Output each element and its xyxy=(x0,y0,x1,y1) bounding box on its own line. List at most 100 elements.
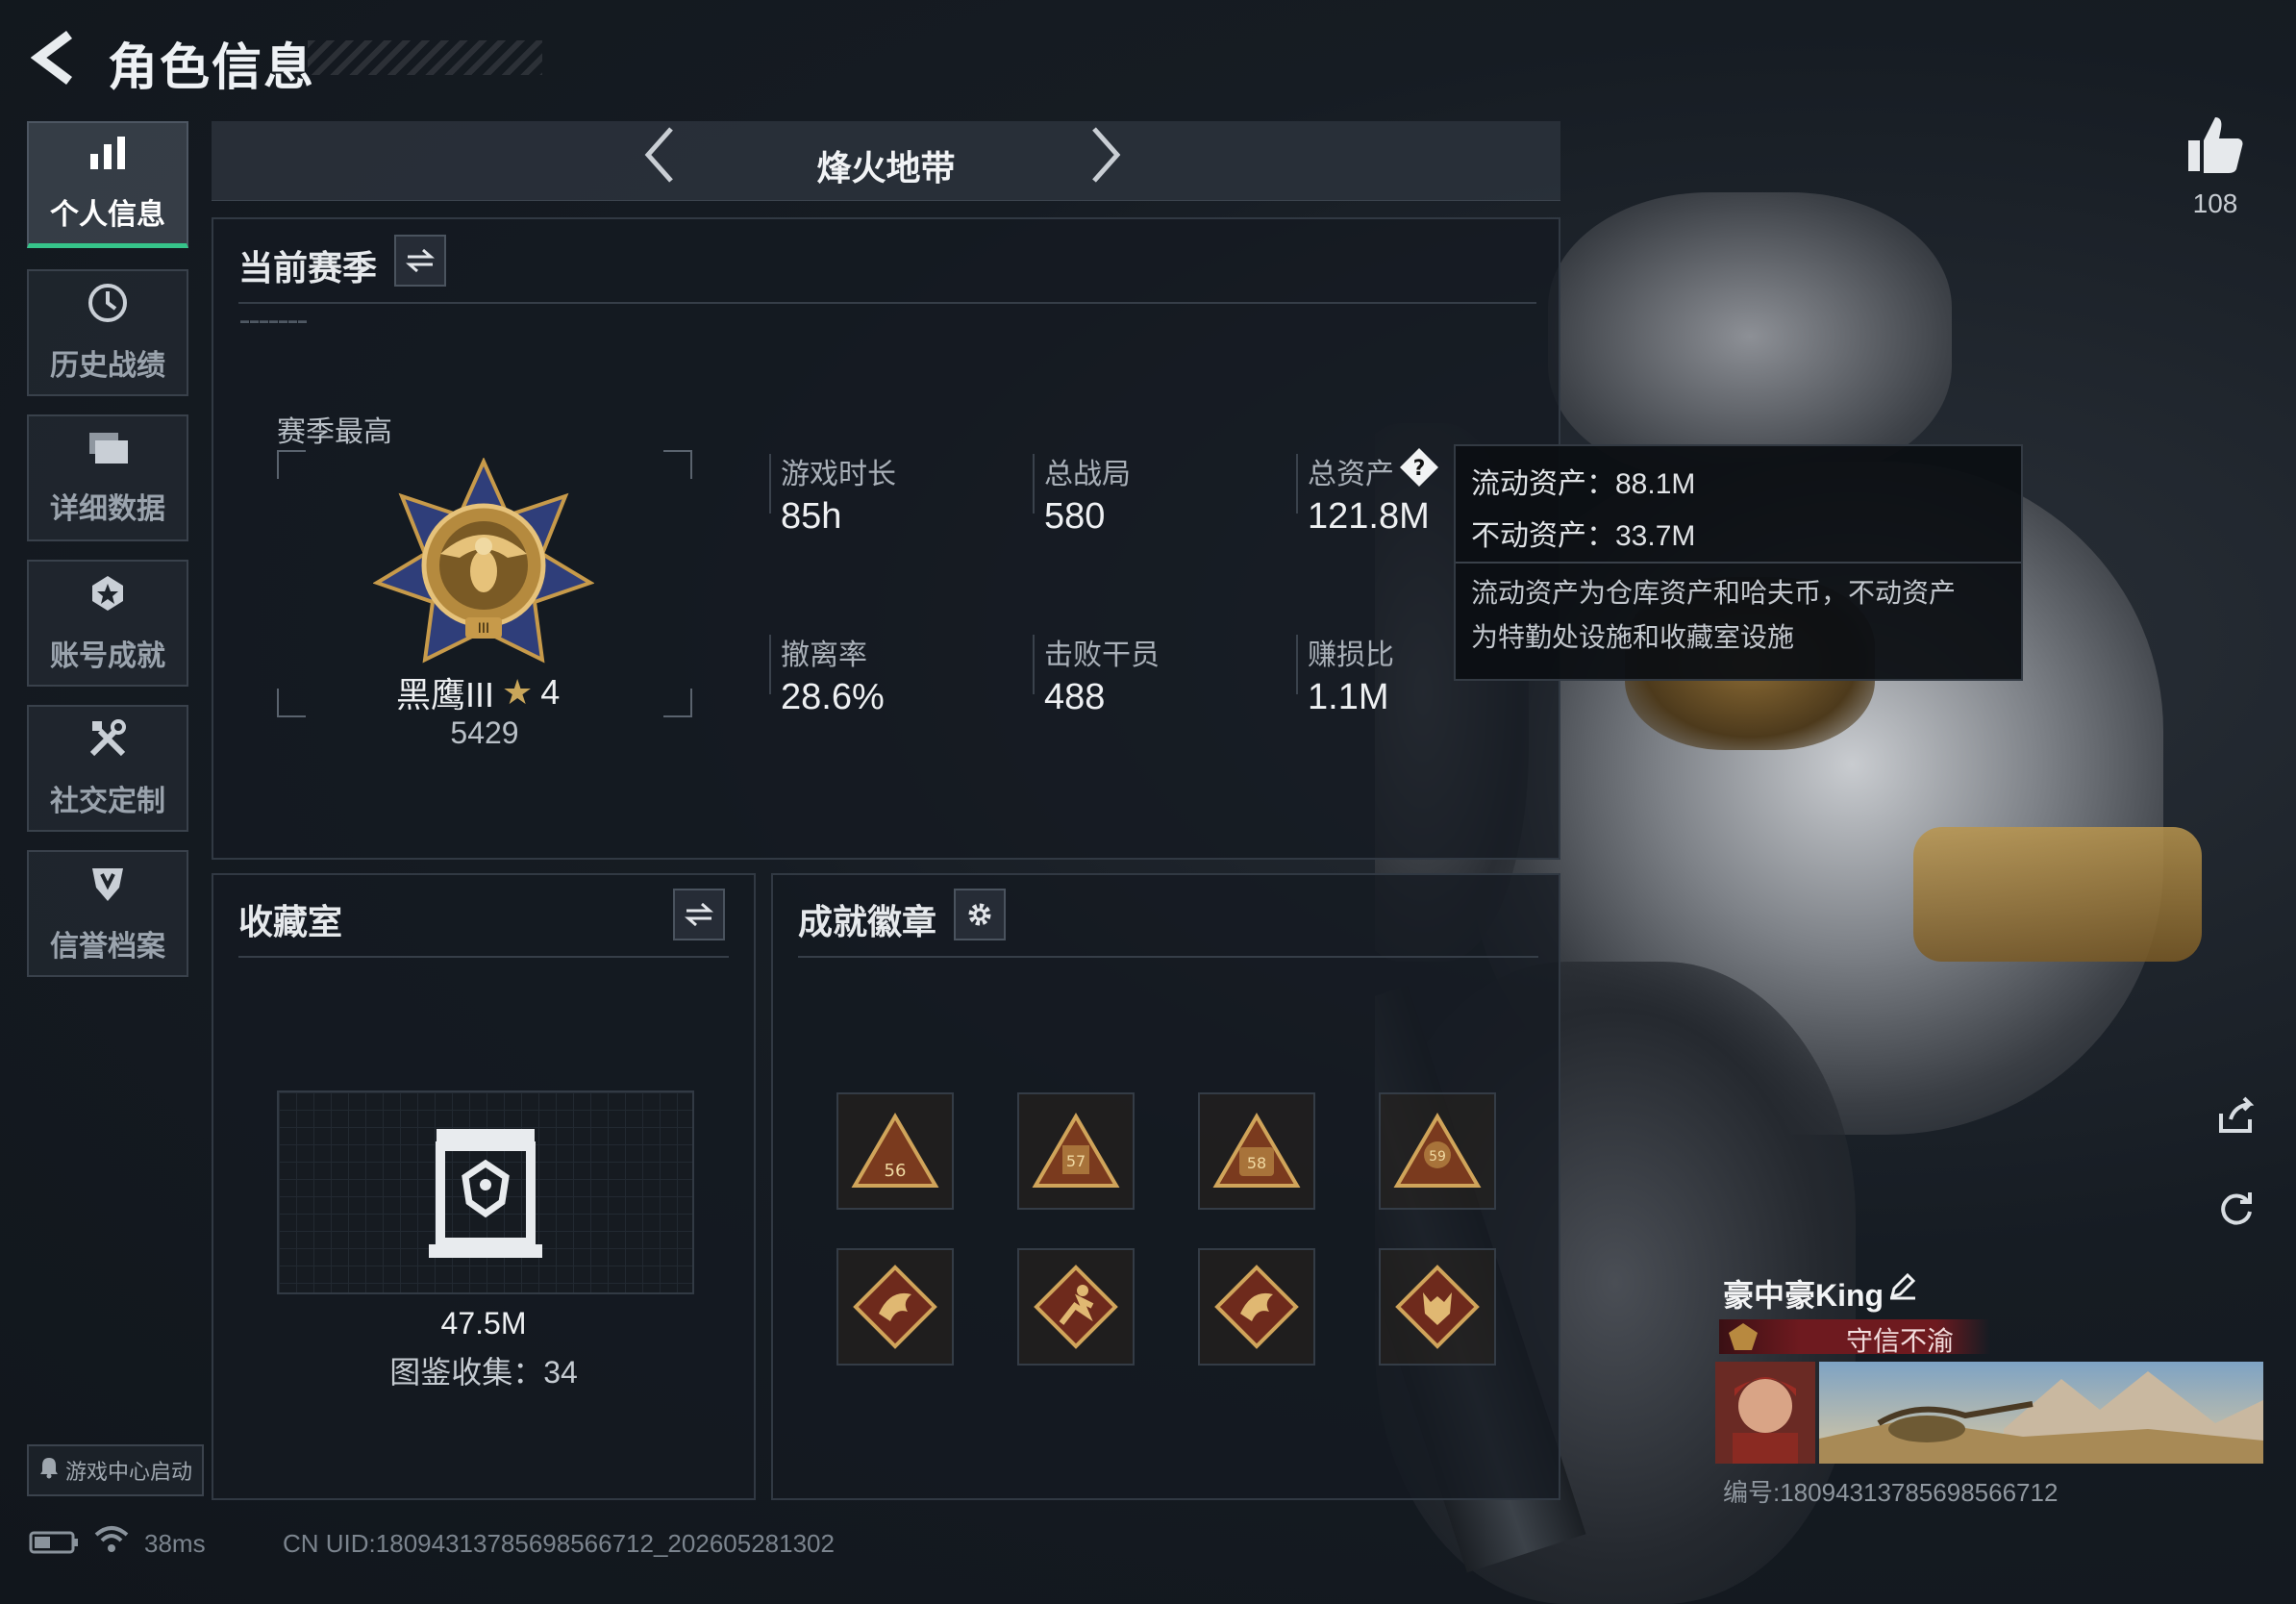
frame-corner xyxy=(277,689,306,717)
collection-room-preview[interactable] xyxy=(277,1090,694,1294)
refresh-icon xyxy=(2221,1192,2252,1225)
collection-value: 47.5M xyxy=(440,1306,527,1341)
stat-label-playtime: 游戏时长 xyxy=(781,459,896,490)
runner-badge-icon xyxy=(1034,1265,1118,1349)
stat-label-extract-rate: 撤离率 xyxy=(781,639,867,671)
star-icon: ★ xyxy=(502,672,534,712)
bar-chart-icon xyxy=(88,135,127,181)
ping-value: 38ms xyxy=(144,1529,206,1558)
pencil-icon xyxy=(1889,1272,1916,1300)
back-button[interactable] xyxy=(25,29,83,87)
badge-number: 56 xyxy=(885,1161,907,1181)
dragon-badge-icon xyxy=(853,1265,937,1349)
like-count: 108 xyxy=(2192,188,2238,218)
sidebar-item-label: 社交定制 xyxy=(50,786,165,817)
rotate-model-button[interactable] xyxy=(2213,1189,2259,1235)
rank-name: 黑鹰III xyxy=(396,675,495,714)
sidebar-item-social-custom[interactable]: 社交定制 xyxy=(27,705,188,832)
achievement-settings-button[interactable] xyxy=(954,889,1006,940)
divider xyxy=(238,956,729,958)
achievement-panel-title: 成就徽章 xyxy=(798,902,937,941)
battery-icon xyxy=(29,1531,79,1559)
assets-help-button[interactable]: ? xyxy=(1398,446,1440,489)
rank-display: 黑鹰III ★ 4 xyxy=(396,667,560,717)
collection-panel-title: 收藏室 xyxy=(238,902,343,941)
mode-name: 烽火地带 xyxy=(816,148,956,188)
badge-number: 57 xyxy=(1066,1152,1086,1170)
achievement-badge-dragon-2[interactable] xyxy=(1198,1248,1315,1366)
question-diamond-icon: ? xyxy=(1400,448,1438,487)
svg-text:?: ? xyxy=(1413,457,1426,481)
folder-icon xyxy=(86,429,130,475)
title-decoration xyxy=(308,40,542,75)
collection-catalog-count: 图鉴收集：34 xyxy=(389,1355,578,1390)
mode-next-button[interactable] xyxy=(1086,125,1125,195)
stat-value-total-matches: 580 xyxy=(1044,496,1106,537)
tooltip-note-line2: 为特勤处设施和收藏室设施 xyxy=(1471,622,1795,652)
achievement-badge-57[interactable]: 57 xyxy=(1017,1092,1135,1210)
achievement-badge-wolf[interactable] xyxy=(1379,1248,1496,1366)
page-title: 角色信息 xyxy=(108,40,316,96)
thumbs-up-icon xyxy=(2188,117,2243,173)
share-icon xyxy=(2219,1096,2255,1133)
shield-badge-icon xyxy=(88,863,127,913)
stat-label-kills: 击败干员 xyxy=(1044,639,1160,671)
stat-separator xyxy=(1296,454,1298,514)
game-center-launch-button[interactable]: 游戏中心启动 xyxy=(27,1444,204,1496)
season-best-label: 赛季最高 xyxy=(277,416,392,448)
season-switch-button[interactable] xyxy=(394,235,446,287)
like-button[interactable] xyxy=(2186,113,2244,177)
decoration-text: ▬▬▬▬▬▬▬ xyxy=(240,315,308,325)
assets-tooltip: 流动资产：88.1M 不动资产：33.7M 流动资产为仓库资产和哈夫币，不动资产… xyxy=(1454,444,2023,681)
title-emblem-icon xyxy=(1727,1321,1759,1352)
sidebar-item-personal-info[interactable]: 个人信息 xyxy=(27,121,188,248)
medal-star-icon xyxy=(88,572,127,622)
sidebar-item-achievements[interactable]: 账号成就 xyxy=(27,560,188,687)
triangle-badge-icon: 58 xyxy=(1212,1113,1301,1188)
frame-corner xyxy=(663,450,692,479)
stat-separator xyxy=(1033,454,1035,514)
achievement-badge-59[interactable]: 59 xyxy=(1379,1092,1496,1210)
tools-icon xyxy=(87,717,129,767)
wifi-icon xyxy=(94,1523,129,1559)
stat-value-kills: 488 xyxy=(1044,677,1106,717)
swap-arrows-icon xyxy=(406,248,435,273)
stat-label-total-matches: 总战局 xyxy=(1044,459,1131,490)
achievement-badge-56[interactable]: 56 xyxy=(836,1092,954,1210)
rank-medal-icon: III xyxy=(372,457,595,669)
sidebar-item-credit-record[interactable]: 信誉档案 xyxy=(27,850,188,977)
season-panel-title: 当前赛季 xyxy=(238,248,378,288)
sidebar-item-label: 账号成就 xyxy=(50,640,165,672)
rank-stars: 4 xyxy=(540,672,561,712)
stat-separator xyxy=(1296,635,1298,694)
achievement-badge-dragon[interactable] xyxy=(836,1248,954,1366)
edit-name-button[interactable] xyxy=(1888,1271,1917,1308)
achievement-badge-runner[interactable] xyxy=(1017,1248,1135,1366)
player-title: 守信不渝 xyxy=(1846,1326,1955,1356)
stat-label-total-assets: 总资产 xyxy=(1308,459,1394,490)
sidebar-item-label: 历史战绩 xyxy=(50,350,165,382)
stat-value-playtime: 85h xyxy=(781,496,842,537)
stat-value-profit-ratio: 1.1M xyxy=(1308,677,1389,717)
share-button[interactable] xyxy=(2213,1096,2259,1142)
badge-number: 59 xyxy=(1429,1149,1446,1165)
sidebar-item-label: 详细数据 xyxy=(50,493,165,525)
history-clock-icon xyxy=(87,282,129,332)
tooltip-divider xyxy=(1456,562,2021,564)
mode-selector: 烽火地带 xyxy=(212,121,1560,201)
achievement-badge-58[interactable]: 58 xyxy=(1198,1092,1315,1210)
dragon-badge-icon xyxy=(1214,1265,1299,1349)
sidebar-item-history[interactable]: 历史战绩 xyxy=(27,269,188,396)
player-card-banner[interactable] xyxy=(1715,1362,2263,1464)
stat-value-extract-rate: 28.6% xyxy=(781,677,885,717)
frame-corner xyxy=(277,450,306,479)
chevron-right-icon xyxy=(1092,127,1121,183)
stat-separator xyxy=(1033,635,1035,694)
player-id: 编号:1809431378569856671​2 xyxy=(1723,1478,2059,1507)
sidebar-item-detailed-data[interactable]: 详细数据 xyxy=(27,414,188,541)
tooltip-note-line1: 流动资产为仓库资产和哈夫币，不动资产 xyxy=(1471,578,1957,608)
collection-switch-button[interactable] xyxy=(673,889,725,940)
rank-points: 5429 xyxy=(450,715,519,750)
stat-separator xyxy=(769,635,771,694)
gear-icon xyxy=(968,903,991,926)
